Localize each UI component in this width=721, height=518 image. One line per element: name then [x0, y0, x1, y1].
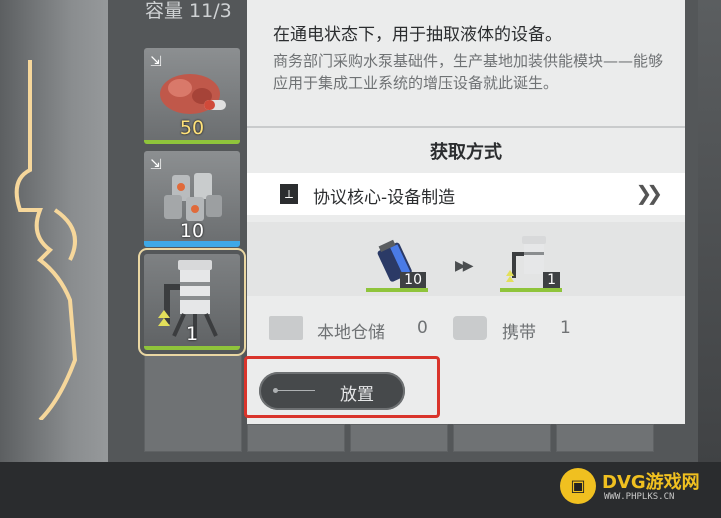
recipe-output-count: 1 [543, 272, 560, 288]
inventory-slot-water-pump[interactable]: 1 [138, 248, 246, 356]
carried-label: 携带 [502, 323, 536, 343]
slot-count: 50 [179, 117, 205, 139]
watermark: ▣ DVG游戏网 WWW.PHPLKS.CN [560, 466, 720, 514]
slot-count: 10 [179, 220, 205, 242]
briefcase-icon [453, 316, 487, 340]
item-description: 商务部门采购水泵基础件，生产基地加装供能模块——能够应用于集成工业系统的增压设备… [273, 52, 664, 92]
watermark-brand: DVG游戏网 [602, 472, 700, 493]
inventory-empty-cell[interactable] [556, 424, 654, 452]
watermark-url: WWW.PHPLKS.CN [604, 492, 675, 502]
slot-quality-bar [144, 241, 240, 247]
carried-value: 1 [560, 318, 571, 338]
local-storage-value: 0 [417, 318, 428, 338]
inventory-slot-canisters[interactable]: ⇲ 10 [144, 151, 240, 247]
acquisition-method-label: 协议核心-设备制造 [313, 188, 456, 208]
inventory-slot-ore[interactable]: ⇲ 50 [144, 48, 240, 144]
item-summary: 在通电状态下，用于抽取液体的设备。 [273, 25, 562, 45]
slot-quality-bar [144, 140, 240, 144]
slot-count: 1 [185, 323, 199, 345]
inventory-empty-cell[interactable] [350, 424, 448, 452]
inventory-empty-cell[interactable] [453, 424, 551, 452]
recipe-input-bar [366, 288, 428, 292]
local-storage-label: 本地仓储 [317, 323, 385, 343]
inventory-capacity: 容量 11/3 [145, 0, 232, 22]
recipe-output-item[interactable]: 1 [500, 232, 562, 292]
recipe-output-bar [500, 288, 562, 292]
acquisition-title: 获取方式 [430, 142, 502, 163]
warehouse-icon [269, 316, 303, 340]
hand-outline-decoration [14, 60, 78, 420]
gamepad-logo-icon: ▣ [560, 468, 596, 504]
inventory-empty-cell[interactable] [144, 355, 242, 452]
double-chevron-right-icon: ❯❯ [635, 181, 662, 205]
recipe-input-item[interactable]: 10 [366, 232, 428, 292]
acquisition-method-row[interactable]: ⟂ 协议核心-设备制造 ❯❯ [247, 173, 685, 215]
recipe-arrow-icon: ▶▶ [455, 258, 473, 274]
divider [247, 126, 685, 128]
inventory-empty-cell[interactable] [247, 424, 345, 452]
stock-row: 本地仓储 0 携带 1 [247, 300, 685, 358]
recipe-input-count: 10 [400, 272, 426, 288]
slot-quality-bar [144, 346, 240, 350]
fabrication-icon: ⟂ [280, 184, 298, 204]
highlight-box [244, 356, 440, 418]
